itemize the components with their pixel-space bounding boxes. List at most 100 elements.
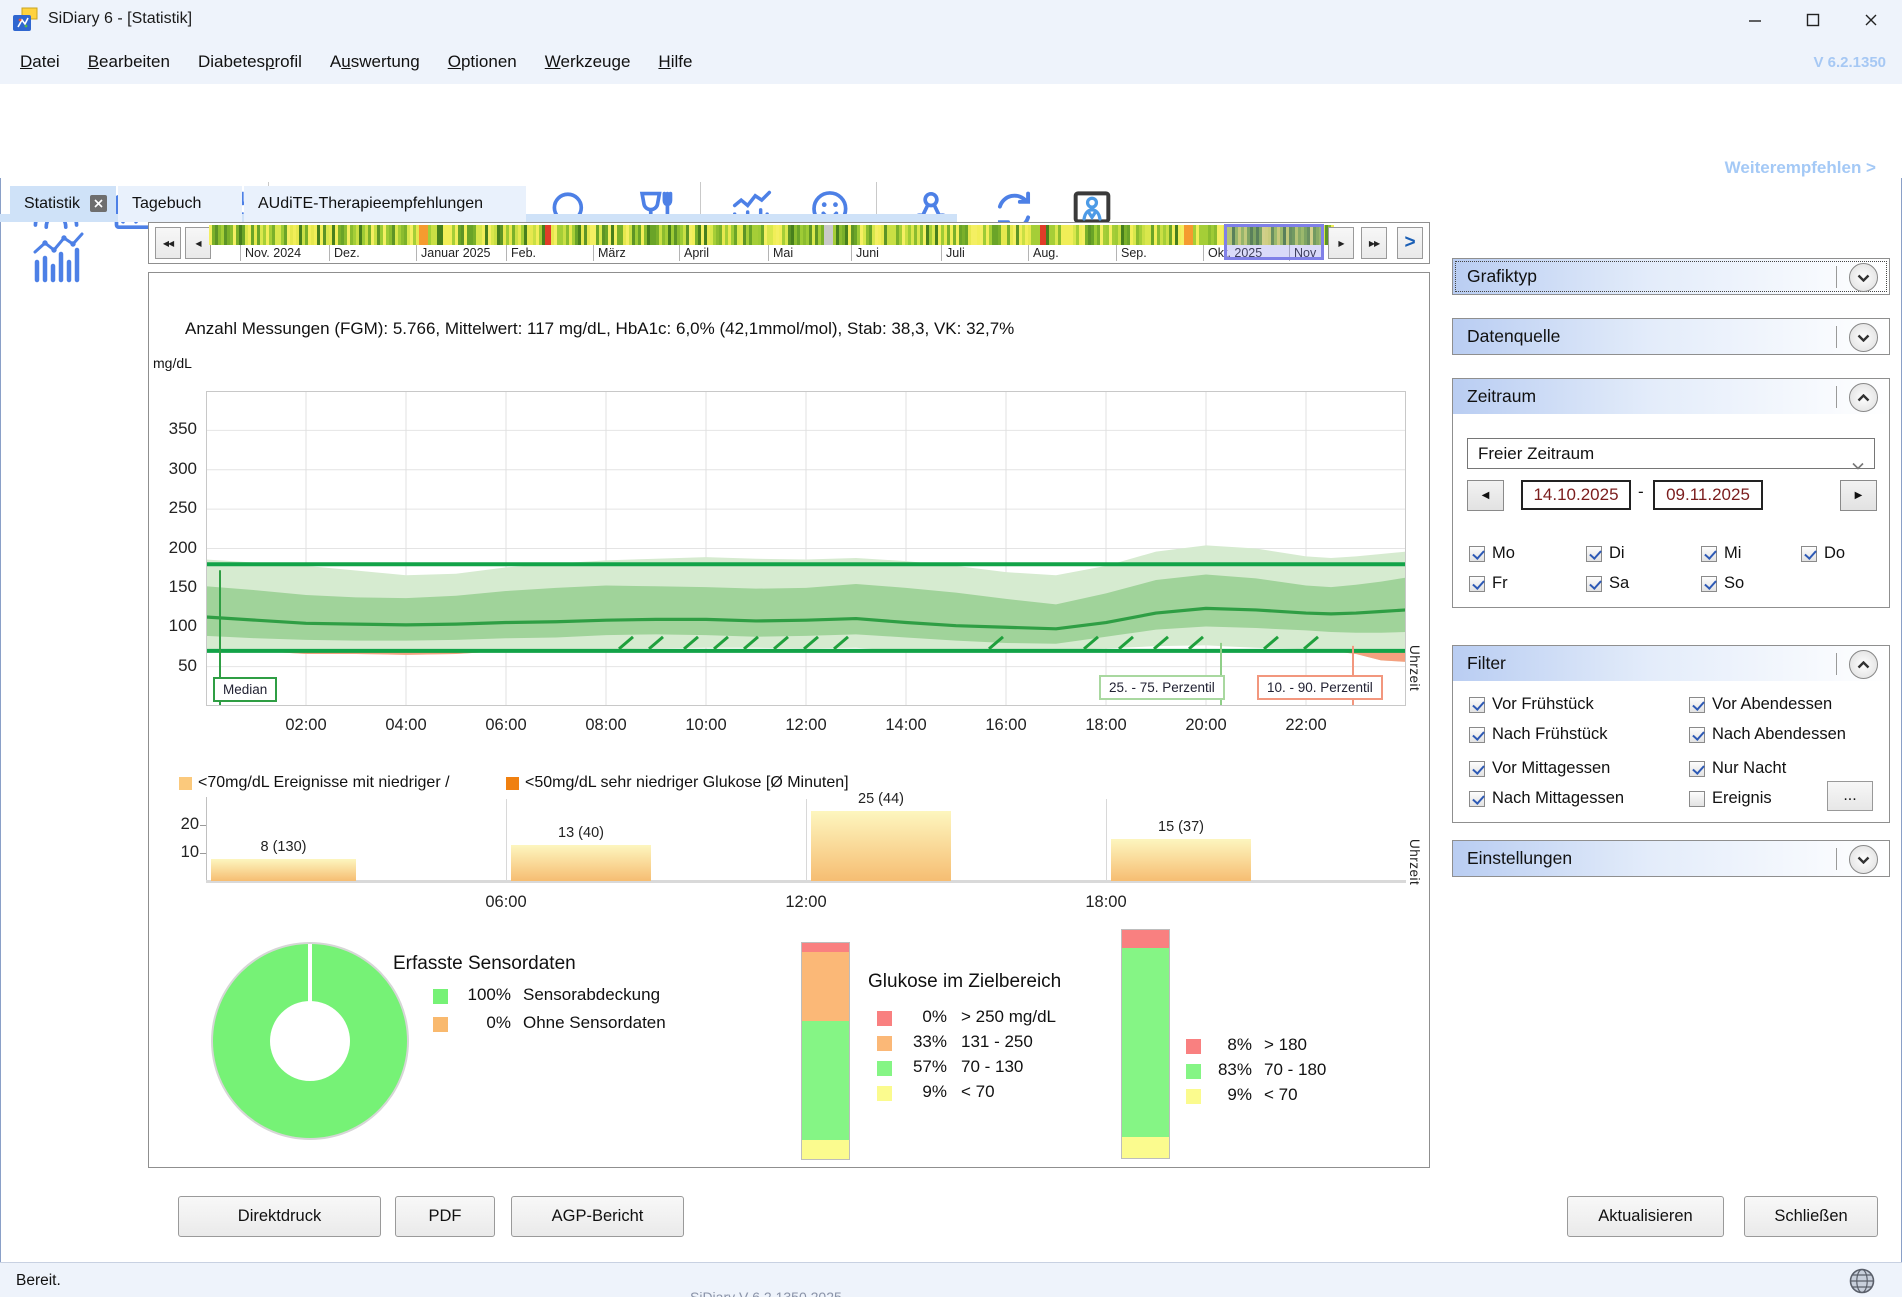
checkbox[interactable] xyxy=(1469,576,1485,592)
x-tick-label: 12:00 xyxy=(776,716,836,735)
menu-item-datei[interactable]: Datei xyxy=(6,52,74,72)
weekday-checkbox-do[interactable]: Do xyxy=(1801,544,1845,563)
month-tick xyxy=(851,245,852,261)
filter-checkbox-nach-abendessen[interactable]: Nach Abendessen xyxy=(1689,725,1846,744)
sensor-legend-pct-2: 0% xyxy=(455,1013,511,1033)
timeline-last-button[interactable]: ▶▶ xyxy=(1361,227,1387,259)
weekday-checkbox-fr[interactable]: Fr xyxy=(1469,574,1508,593)
filter-checkbox-nur-nacht[interactable]: Nur Nacht xyxy=(1689,759,1786,778)
header-divider xyxy=(1836,386,1837,408)
minimize-button[interactable] xyxy=(1726,0,1784,40)
version-label: V 6.2.1350 xyxy=(1813,54,1886,71)
filter-checkbox-nach-fruehstueck[interactable]: Nach Frühstück xyxy=(1469,725,1608,744)
maximize-button[interactable] xyxy=(1784,0,1842,40)
timeline-selection[interactable] xyxy=(1224,224,1324,260)
filter-checkbox-vor-abendessen[interactable]: Vor Abendessen xyxy=(1689,695,1832,714)
chevron-up-icon[interactable] xyxy=(1849,650,1878,679)
checkbox-label: Mi xyxy=(1724,544,1741,563)
pdf-button[interactable]: PDF xyxy=(395,1196,495,1237)
date-from-field[interactable]: 14.10.2025 xyxy=(1521,480,1631,510)
checkbox[interactable] xyxy=(1469,791,1485,807)
tir2-legend-range-3: < 70 xyxy=(1264,1085,1298,1105)
checkbox-label: Ereignis xyxy=(1712,789,1772,808)
panel-header-datenquelle[interactable]: Datenquelle xyxy=(1452,318,1890,355)
panel-header-zeitraum[interactable]: Zeitraum xyxy=(1452,378,1890,415)
timeline-heatmap[interactable] xyxy=(209,225,1336,245)
weekday-checkbox-di[interactable]: Di xyxy=(1586,544,1625,563)
timeline-next-button[interactable]: ▶ xyxy=(1328,227,1354,259)
timeline-forward-button[interactable]: > xyxy=(1397,227,1423,259)
tab-close-button[interactable] xyxy=(90,195,107,212)
chevron-down-icon xyxy=(1852,450,1864,479)
checkbox[interactable] xyxy=(1689,791,1705,807)
aktualisieren-button[interactable]: Aktualisieren xyxy=(1567,1196,1724,1237)
weekday-checkbox-so[interactable]: So xyxy=(1701,574,1744,593)
sensor-legend-label-2: Ohne Sensordaten xyxy=(523,1013,666,1033)
checkbox[interactable] xyxy=(1701,546,1717,562)
month-tick xyxy=(1203,245,1204,261)
x-tick-label: 16:00 xyxy=(976,716,1036,735)
checkbox[interactable] xyxy=(1469,727,1485,743)
menu-item-optionen[interactable]: Optionen xyxy=(434,52,531,72)
menu-item-diabetesprofil[interactable]: Diabetesprofil xyxy=(184,52,316,72)
schliessen-button[interactable]: Schließen xyxy=(1744,1196,1878,1237)
checkbox[interactable] xyxy=(1469,546,1485,562)
histogram-bar xyxy=(211,859,356,881)
checkbox[interactable] xyxy=(1469,761,1485,777)
close-button[interactable] xyxy=(1842,0,1900,40)
timeline-first-button[interactable]: ◀◀ xyxy=(155,227,181,259)
menu-item-werkzeuge[interactable]: Werkzeuge xyxy=(531,52,645,72)
tir2-legend-range-1: > 180 xyxy=(1264,1035,1307,1055)
filter-checkbox-vor-fruehstueck[interactable]: Vor Frühstück xyxy=(1469,695,1594,714)
checkbox-label: Fr xyxy=(1492,574,1508,593)
panel-header-grafiktyp[interactable]: Grafiktyp xyxy=(1452,258,1890,295)
direktdruck-button[interactable]: Direktdruck xyxy=(178,1196,381,1237)
sensor-legend-swatch-1 xyxy=(433,989,448,1004)
month-label: Juni xyxy=(856,246,879,260)
chevron-down-icon[interactable] xyxy=(1849,323,1878,352)
agp-bericht-button[interactable]: AGP-Bericht xyxy=(511,1196,684,1237)
checkbox[interactable] xyxy=(1689,697,1705,713)
checkbox[interactable] xyxy=(1689,727,1705,743)
panel-header-filter[interactable]: Filter xyxy=(1452,645,1890,682)
month-label: Sep. xyxy=(1121,246,1147,260)
histogram-gridline xyxy=(1106,799,1107,881)
filter-more-button[interactable]: ... xyxy=(1827,781,1873,811)
tab-audite-therapieempfehlungen[interactable]: AUdiTE-Therapieempfehlungen xyxy=(244,186,526,222)
checkbox-label: Vor Abendessen xyxy=(1712,695,1832,714)
menu-item-auswertung[interactable]: Auswertung xyxy=(316,52,434,72)
checkbox[interactable] xyxy=(1586,546,1602,562)
checkbox-label: Mo xyxy=(1492,544,1515,563)
x-tick-label: 14:00 xyxy=(876,716,936,735)
toolbar xyxy=(0,84,1902,178)
timeline-prev-button[interactable]: ◀ xyxy=(185,227,211,259)
checkbox[interactable] xyxy=(1701,576,1717,592)
filter-checkbox-ereignis[interactable]: Ereignis xyxy=(1689,789,1772,808)
filter-checkbox-nach-mittagessen[interactable]: Nach Mittagessen xyxy=(1469,789,1624,808)
date-prev-button[interactable]: ◀ xyxy=(1467,480,1504,511)
menu-item-hilfe[interactable]: Hilfe xyxy=(644,52,706,72)
date-next-button[interactable]: ▶ xyxy=(1840,480,1877,511)
tir-segment xyxy=(1122,930,1169,948)
sensor-legend-pct-1: 100% xyxy=(455,985,511,1005)
y-tick-label: 50 xyxy=(153,656,197,676)
weekday-checkbox-mo[interactable]: Mo xyxy=(1469,544,1515,563)
checkbox[interactable] xyxy=(1689,761,1705,777)
checkbox[interactable] xyxy=(1801,546,1817,562)
weekday-checkbox-mi[interactable]: Mi xyxy=(1701,544,1741,563)
chevron-down-icon[interactable] xyxy=(1849,263,1878,292)
chevron-down-icon[interactable] xyxy=(1849,845,1878,874)
zeitraum-preset-select[interactable]: Freier Zeitraum xyxy=(1467,438,1875,469)
filter-checkbox-vor-mittagessen[interactable]: Vor Mittagessen xyxy=(1469,759,1610,778)
menu-item-bearbeiten[interactable]: Bearbeiten xyxy=(74,52,184,72)
tab-tagebuch[interactable]: Tagebuch xyxy=(118,186,242,222)
window-title: SiDiary 6 - [Statistik] xyxy=(48,10,192,28)
checkbox[interactable] xyxy=(1469,697,1485,713)
checkbox[interactable] xyxy=(1586,576,1602,592)
tab-statistik[interactable]: Statistik xyxy=(10,186,116,222)
weekday-checkbox-sa[interactable]: Sa xyxy=(1586,574,1629,593)
chevron-up-icon[interactable] xyxy=(1849,383,1878,412)
date-to-field[interactable]: 09.11.2025 xyxy=(1653,480,1763,510)
panel-header-einstellungen[interactable]: Einstellungen xyxy=(1452,840,1890,877)
weiterempfehlen-link[interactable]: Weiterempfehlen > xyxy=(1725,158,1876,178)
